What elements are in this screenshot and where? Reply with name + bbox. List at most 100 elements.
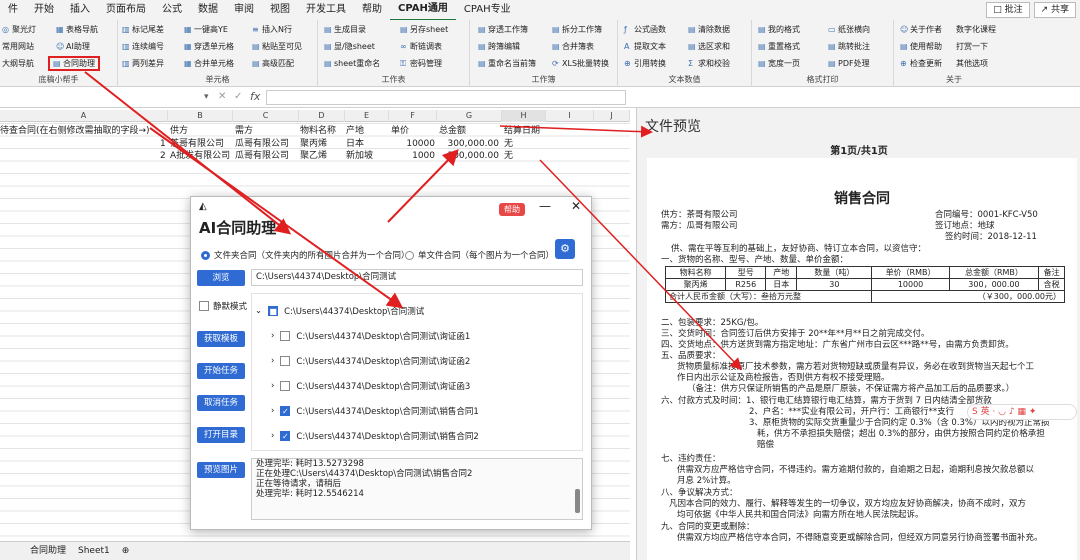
header-settle-date[interactable]: 结算日期: [504, 125, 540, 137]
about-author-button[interactable]: ☺ 关于作者: [900, 24, 942, 35]
confirm-icon[interactable]: ✓: [234, 91, 242, 102]
row1-price[interactable]: 10000: [391, 138, 435, 150]
two-col-diff-button[interactable]: ▥ 两列差异: [122, 58, 164, 69]
checkbox-checked[interactable]: ✓: [280, 431, 291, 441]
opt-single-contract[interactable]: 单文件合同（每个图片为一个合同）: [405, 249, 554, 261]
name-box-dropdown-icon[interactable]: ▾: [204, 92, 209, 102]
merge-wb-button[interactable]: ▤ 合并簿表: [552, 41, 594, 52]
col-header-i[interactable]: I: [546, 110, 594, 122]
chevron-right-icon[interactable]: ›: [271, 331, 274, 341]
row2-origin[interactable]: 新加坡: [346, 150, 373, 162]
rename-sheet-button[interactable]: ▤ sheet重命名: [324, 58, 380, 69]
menu-help[interactable]: 帮助: [354, 0, 390, 20]
extract-text-button[interactable]: A 提取文本: [624, 41, 666, 52]
header-origin[interactable]: 产地: [346, 125, 364, 137]
browse-button[interactable]: 浏览: [197, 270, 245, 286]
merge-cell-button[interactable]: ▦ 合并单元格: [184, 58, 234, 69]
course-button[interactable]: 数字化课程: [956, 24, 996, 35]
penetrate-cell-button[interactable]: ▦ 穿透单元格: [184, 41, 234, 52]
tree-row-sales1[interactable]: › ✓ C:\Users\44374\Desktop\合同测试\销售合同1: [271, 405, 479, 417]
table-nav-button[interactable]: ▦ 表格导航: [56, 24, 98, 35]
jump-comment-button[interactable]: ▤ 跳转批注: [828, 41, 870, 52]
sites-button[interactable]: 常用网站: [2, 41, 34, 52]
outline-nav-button[interactable]: 大纲导航: [2, 58, 34, 69]
col-header-g[interactable]: G: [437, 110, 502, 122]
tree-row-confirm1[interactable]: › C:\Users\44374\Desktop\合同测试\询证函1: [271, 330, 470, 342]
checkbox-unchecked[interactable]: [280, 356, 291, 366]
tip-button[interactable]: 打赏一下: [956, 41, 988, 52]
menu-home[interactable]: 开始: [26, 0, 62, 20]
row2-supplier[interactable]: A批发有限公司: [170, 150, 230, 162]
col-header-j[interactable]: J: [594, 110, 630, 122]
my-format-button[interactable]: ▤ 我的格式: [758, 24, 800, 35]
rename-wb-button[interactable]: ▤ 重命名当前簿: [478, 58, 536, 69]
sum-check-button[interactable]: Σ 求和校验: [688, 58, 730, 69]
silent-mode-toggle[interactable]: 静默模式: [199, 300, 247, 312]
log-scrollbar[interactable]: [575, 489, 580, 513]
one-click-button[interactable]: ▦ 一键高YE: [184, 24, 228, 35]
row1-buyer[interactable]: 瓜哥有限公司: [235, 138, 289, 150]
opt-folder-contract[interactable]: 文件夹合同（文件夹内的所有图片合并为一个合同）: [201, 249, 410, 261]
help-badge[interactable]: 帮助: [499, 203, 525, 216]
folder-path-input[interactable]: C:\Users\44374\Desktop\合同测试: [251, 269, 583, 286]
cell-a1[interactable]: 待查合同(在右侧修改需抽取的字段→): [0, 125, 166, 137]
chevron-right-icon[interactable]: ›: [271, 431, 274, 441]
range-sum-button[interactable]: ▤ 选区求和: [688, 41, 730, 52]
formula-input[interactable]: [266, 90, 626, 105]
paste-visible-button[interactable]: ▤ 粘贴至可见: [252, 41, 302, 52]
row1-settle[interactable]: 无: [504, 138, 513, 150]
col-header-h[interactable]: H: [502, 110, 546, 122]
row2-price[interactable]: 1000: [391, 150, 435, 162]
ref-convert-button[interactable]: ⊕ 引用转换: [624, 58, 666, 69]
menu-file[interactable]: 件: [0, 0, 26, 20]
tree-row-root[interactable]: ⌄ ■ C:\Users\44374\Desktop\合同测试: [255, 305, 424, 317]
share-button[interactable]: ↗ 共享: [1033, 2, 1076, 18]
fit-width-button[interactable]: ▤ 宽度一页: [758, 58, 800, 69]
menu-insert[interactable]: 插入: [62, 0, 98, 20]
menu-formulas[interactable]: 公式: [154, 0, 190, 20]
header-price[interactable]: 单价: [391, 125, 409, 137]
cross-edit-button[interactable]: ▤ 跨簿编辑: [478, 41, 520, 52]
get-template-button[interactable]: 获取模板: [197, 331, 245, 347]
save-sheet-button[interactable]: ▤ 另存sheet: [400, 24, 448, 35]
adv-match-button[interactable]: ▤ 高级匹配: [252, 58, 294, 69]
menu-data[interactable]: 数据: [190, 0, 226, 20]
menu-page-layout[interactable]: 页面布局: [98, 0, 154, 20]
tree-row-sales2[interactable]: › ✓ C:\Users\44374\Desktop\合同测试\销售合同2: [271, 430, 479, 442]
minimize-icon[interactable]: —: [539, 199, 551, 213]
pdf-button[interactable]: ▤ PDF处理: [828, 58, 870, 69]
row2-material[interactable]: 聚乙烯: [300, 150, 327, 162]
header-buyer[interactable]: 需方: [235, 125, 253, 137]
row1-origin[interactable]: 日本: [346, 138, 364, 150]
mark-diff-button[interactable]: ▥ 标记尾差: [122, 24, 164, 35]
landscape-button[interactable]: ▭ 纸张横向: [828, 24, 870, 35]
log-output[interactable]: 处理完毕: 耗时13.5273298 正在处理C:\Users\44374\De…: [251, 458, 583, 520]
checkbox-unchecked[interactable]: [280, 381, 291, 391]
gen-toc-button[interactable]: ▤ 生成目录: [324, 24, 366, 35]
break-link-button[interactable]: ∞ 断链调表: [400, 41, 442, 52]
insert-rows-button[interactable]: ≡ 插入N行: [252, 24, 292, 35]
chevron-right-icon[interactable]: ›: [271, 406, 274, 416]
split-wb-button[interactable]: ▤ 拆分工作簿: [552, 24, 602, 35]
checkbox-unchecked[interactable]: [280, 331, 291, 341]
menu-cpah-general[interactable]: CPAH通用: [390, 0, 456, 21]
penetrate-wb-button[interactable]: ▤ 穿透工作簿: [478, 24, 528, 35]
clear-data-button[interactable]: ▤ 清除数据: [688, 24, 730, 35]
col-header-b[interactable]: B: [168, 110, 233, 122]
help-usage-button[interactable]: ▤ 使用帮助: [900, 41, 942, 52]
menu-review[interactable]: 审阅: [226, 0, 262, 20]
col-header-a[interactable]: A: [0, 110, 168, 122]
row1-supplier[interactable]: 茶哥有限公司: [170, 138, 224, 150]
chevron-right-icon[interactable]: ›: [271, 381, 274, 391]
tree-row-confirm2[interactable]: › C:\Users\44374\Desktop\合同测试\询证函2: [271, 355, 470, 367]
chevron-down-icon[interactable]: ⌄: [255, 306, 262, 316]
row1-index[interactable]: 1: [160, 138, 166, 150]
tab-contract-assistant[interactable]: 合同助理: [24, 543, 72, 559]
add-sheet-icon[interactable]: ⊕: [116, 543, 136, 559]
menu-cpah-pro[interactable]: CPAH专业: [456, 0, 519, 20]
spotlight-button[interactable]: ◎ 聚光灯: [2, 24, 36, 35]
col-header-e[interactable]: E: [345, 110, 389, 122]
row1-total[interactable]: 300,000.00: [439, 138, 499, 150]
show-hide-sheet-button[interactable]: ▤ 显/隐sheet: [324, 41, 375, 52]
contract-assistant-button[interactable]: ▤ 合同助理: [48, 56, 100, 71]
